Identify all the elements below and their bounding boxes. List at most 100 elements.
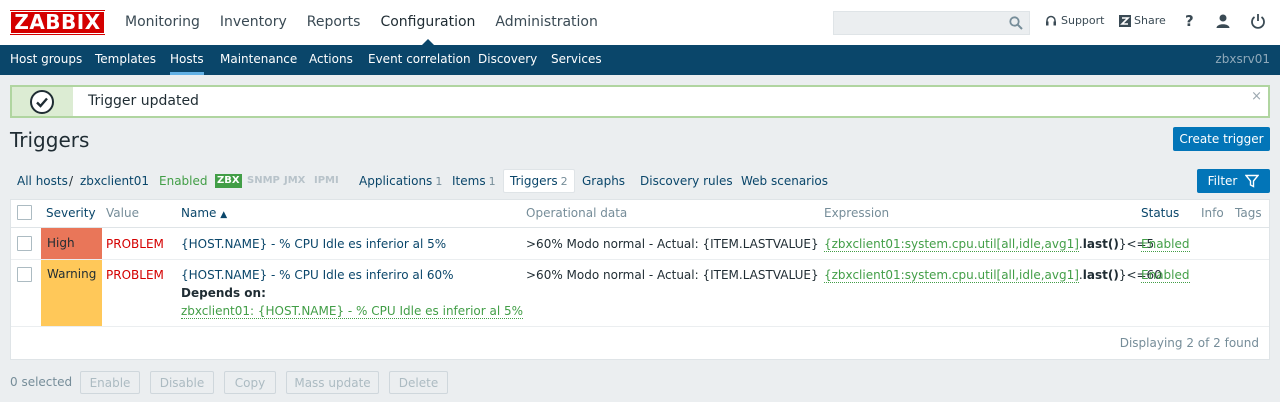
name-header[interactable]: Name ▲ (181, 200, 227, 227)
search-icon[interactable] (1009, 16, 1023, 30)
web-scenarios-tab[interactable]: Web scenarios (741, 169, 828, 193)
submenu-discovery[interactable]: Discovery (478, 45, 537, 75)
row-checkbox[interactable] (17, 236, 32, 251)
expression-header: Expression (824, 206, 890, 220)
submenu-maintenance[interactable]: Maintenance (220, 45, 297, 75)
message-text: Trigger updated (88, 93, 199, 109)
user-profile-icon[interactable] (1215, 13, 1231, 29)
dependency-link[interactable]: zbxclient01: {HOST.NAME} - % CPU Idle es… (181, 304, 524, 319)
sign-out-icon[interactable] (1250, 13, 1266, 29)
triggers-label: Triggers (510, 174, 558, 188)
trigger-expression: {zbxclient01:system.cpu.util[all,idle,av… (824, 268, 1162, 283)
availability-snmp: SNMP (245, 174, 282, 188)
submenu-actions[interactable]: Actions (309, 45, 353, 75)
triggers-table: Severity Value Name ▲ Operational data E… (10, 199, 1270, 360)
trigger-name-link[interactable]: {HOST.NAME} - % CPU Idle es inferiro al … (181, 268, 454, 282)
close-icon[interactable]: × (1251, 89, 1262, 104)
status-toggle[interactable]: Enabled (1141, 268, 1190, 283)
expression-function: last() (1082, 237, 1119, 251)
select-all-checkbox[interactable] (17, 205, 32, 220)
triggers-count: 2 (560, 175, 568, 188)
submenu-hosts[interactable]: Hosts (170, 45, 204, 75)
success-message: Trigger updated × (10, 85, 1270, 118)
expression-item-link[interactable]: {zbxclient01:system.cpu.util[all,idle,av… (824, 237, 1079, 252)
operational-data: >60% Modo normal - Actual: {ITEM.LASTVAL… (526, 237, 819, 251)
all-hosts-link[interactable]: All hosts (17, 169, 68, 193)
applications-tab[interactable]: Applications 1 (359, 169, 442, 194)
row-divider (11, 326, 1269, 327)
items-label: Items (452, 174, 486, 188)
sub-menu: Host groups Templates Hosts Maintenance … (0, 45, 1280, 75)
graphs-tab[interactable]: Graphs (582, 169, 625, 193)
create-trigger-button[interactable]: Create trigger (1173, 127, 1270, 151)
submenu-templates[interactable]: Templates (95, 45, 156, 75)
trigger-expression: {zbxclient01:system.cpu.util[all,idle,av… (824, 237, 1154, 252)
support-link[interactable]: Support (1045, 14, 1104, 27)
submenu-services[interactable]: Services (551, 45, 602, 75)
check-circle-icon (30, 90, 54, 114)
status-header[interactable]: Status (1141, 200, 1179, 227)
filter-icon (1245, 174, 1260, 188)
tags-header: Tags (1235, 206, 1262, 220)
disable-button[interactable]: Disable (150, 371, 214, 394)
menu-reports[interactable]: Reports (297, 0, 371, 45)
availability-ipmi: IPMI (312, 174, 341, 188)
share-label: Share (1134, 14, 1166, 27)
selected-count: 0 selected (10, 375, 73, 389)
main-menu: Monitoring Inventory Reports Configurati… (115, 0, 608, 46)
top-header: ZABBIX Monitoring Inventory Reports Conf… (0, 0, 1280, 46)
discovery-rules-tab[interactable]: Discovery rules (640, 169, 733, 193)
table-footer-count: Displaying 2 of 2 found (1119, 336, 1259, 350)
trigger-value: PROBLEM (106, 268, 164, 282)
menu-monitoring[interactable]: Monitoring (115, 0, 210, 45)
host-status[interactable]: Enabled (159, 169, 208, 193)
expression-function: last() (1082, 268, 1119, 282)
page-title: Triggers (10, 128, 90, 152)
breadcrumb-separator: / (69, 174, 74, 188)
depends-on-label: Depends on: (181, 286, 266, 300)
trigger-name-link[interactable]: {HOST.NAME} - % CPU Idle es inferior al … (181, 237, 446, 251)
info-header: Info (1201, 206, 1224, 220)
expression-item-link[interactable]: {zbxclient01:system.cpu.util[all,idle,av… (824, 268, 1079, 283)
submenu-host-groups[interactable]: Host groups (10, 45, 82, 75)
filter-button[interactable]: Filter (1197, 169, 1270, 193)
host-breadcrumb-bar: All hosts / zbxclient01 Enabled ZBX SNMP… (10, 169, 1190, 193)
severity-badge-high: High (41, 228, 102, 259)
enable-button[interactable]: Enable (80, 371, 140, 394)
row-divider (11, 259, 1269, 260)
search-input[interactable] (833, 11, 1030, 35)
filter-label: Filter (1207, 174, 1238, 188)
trigger-value: PROBLEM (106, 237, 164, 251)
items-count: 1 (488, 175, 496, 188)
availability-jmx: JMX (282, 174, 308, 188)
copy-button[interactable]: Copy (224, 371, 276, 394)
help-link[interactable]: ? (1185, 12, 1194, 30)
value-header: Value (106, 206, 139, 220)
applications-count: 1 (435, 175, 443, 188)
menu-inventory[interactable]: Inventory (210, 0, 297, 45)
sort-ascending-icon: ▲ (220, 210, 228, 220)
operational-data-header: Operational data (526, 206, 628, 220)
name-header-label: Name (181, 206, 217, 220)
header-divider (11, 227, 1269, 228)
zabbix-logo[interactable]: ZABBIX (10, 10, 105, 35)
applications-label: Applications (359, 174, 433, 188)
share-link[interactable]: Share (1119, 14, 1166, 27)
host-link[interactable]: zbxclient01 (80, 169, 149, 193)
status-toggle[interactable]: Enabled (1141, 237, 1190, 252)
menu-configuration[interactable]: Configuration (370, 0, 485, 46)
share-icon (1119, 14, 1131, 27)
delete-button[interactable]: Delete (389, 371, 448, 394)
submenu-event-correlation[interactable]: Event correlation (368, 45, 471, 75)
items-tab[interactable]: Items 1 (452, 169, 496, 194)
support-label: Support (1061, 14, 1105, 27)
menu-administration[interactable]: Administration (485, 0, 607, 45)
mass-update-button[interactable]: Mass update (286, 371, 379, 394)
severity-badge-warning: Warning (41, 260, 102, 326)
row-checkbox[interactable] (17, 267, 32, 282)
severity-header[interactable]: Severity (46, 200, 96, 227)
operational-data: >60% Modo normal - Actual: {ITEM.LASTVAL… (526, 268, 819, 282)
triggers-tab[interactable]: Triggers 2 (503, 169, 575, 193)
server-name: zbxsrv01 (1215, 52, 1270, 66)
headset-icon (1046, 15, 1056, 25)
